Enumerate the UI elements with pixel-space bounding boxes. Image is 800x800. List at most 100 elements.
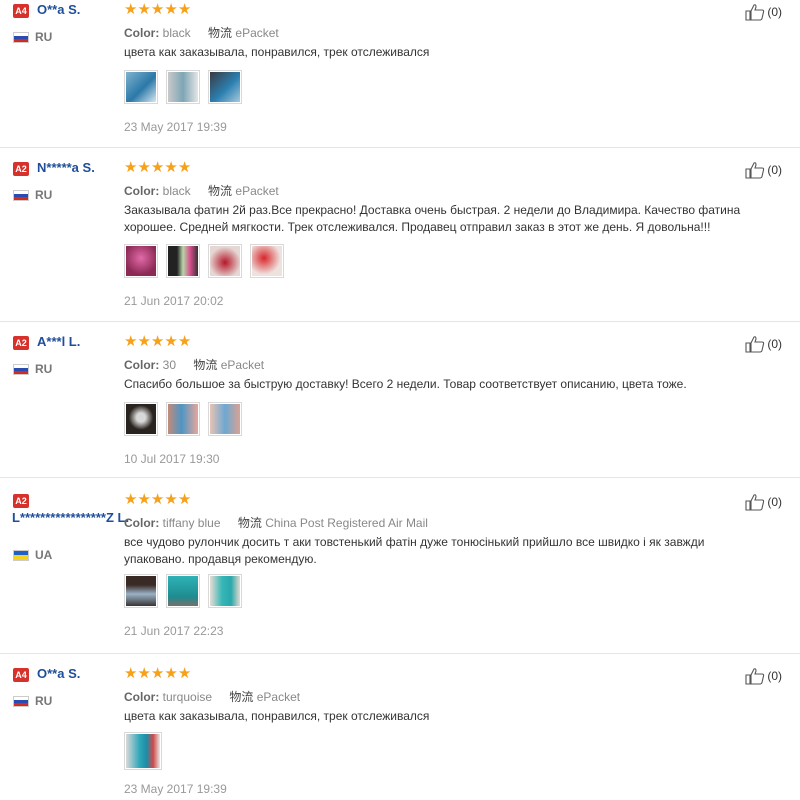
helpful-button[interactable]: (0)	[745, 161, 782, 179]
star-icon: ★	[164, 1, 178, 18]
review-photos	[124, 244, 284, 278]
review-text: все чудово рулончик досить т аки товстен…	[124, 535, 705, 566]
thumbs-up-icon	[745, 162, 765, 179]
review-text: цвета как заказывала, понравился, трек о…	[124, 45, 430, 59]
flag-russia-icon	[13, 31, 29, 43]
shipping-value: ePacket	[256, 690, 301, 704]
review-photo[interactable]	[124, 244, 158, 278]
review-photo[interactable]	[208, 402, 242, 436]
review-photo[interactable]	[208, 70, 242, 104]
shipping-label: 物流	[237, 516, 262, 530]
buyer-level-badge: A2	[13, 336, 29, 350]
star-icon: ★	[124, 333, 138, 350]
star-rating: ★ ★ ★ ★ ★	[124, 334, 191, 349]
review-text: Заказывала фатин 2й раз.Все прекрасно! Д…	[124, 203, 741, 234]
shipping-label: 物流	[229, 690, 254, 704]
color-label: Color:	[124, 358, 160, 372]
buyer-level-badge: A2	[13, 494, 29, 508]
buyer-country: UA	[13, 548, 52, 562]
buyer-name[interactable]: N*****a S.	[37, 160, 95, 175]
buyer-level-badge: A4	[13, 668, 29, 682]
shipping-label: 物流	[208, 26, 233, 40]
review-photo[interactable]	[166, 244, 200, 278]
star-rating: ★ ★ ★ ★ ★	[124, 160, 191, 175]
star-icon: ★	[124, 491, 138, 508]
thumbs-up-icon	[745, 494, 765, 511]
star-icon: ★	[177, 491, 192, 508]
review-photo[interactable]	[166, 70, 200, 104]
shipping-value: ePacket	[220, 358, 265, 372]
review-item: A4 O**a S. RU ★ ★ ★ ★ ★ Color: black 物流 ePac…	[0, 0, 800, 148]
shipping-label: 物流	[193, 358, 218, 372]
star-icon: ★	[150, 333, 165, 350]
flag-ukraine-icon	[13, 549, 29, 561]
buyer-country: RU	[13, 188, 52, 202]
order-info: Color: black 物流 ePacket	[124, 182, 279, 199]
star-icon: ★	[164, 665, 178, 682]
buyer-country: RU	[13, 30, 52, 44]
star-icon: ★	[137, 491, 151, 508]
helpful-button[interactable]: (0)	[745, 3, 782, 21]
shipping-value: China Post Registered Air Mail	[265, 516, 428, 530]
buyer-name[interactable]: O**a S.	[37, 666, 80, 681]
thumbs-up-icon	[745, 4, 765, 21]
star-icon: ★	[150, 1, 165, 18]
helpful-button[interactable]: (0)	[745, 667, 782, 685]
helpful-count: (0)	[767, 495, 782, 509]
review-photo[interactable]	[208, 574, 242, 608]
review-item: A2 N*****a S. RU ★ ★ ★ ★ ★ Color: black 物流 e…	[0, 158, 800, 322]
review-photos	[124, 732, 162, 770]
star-icon: ★	[124, 665, 138, 682]
country-code: RU	[35, 188, 53, 202]
review-date: 10 Jul 2017 19:30	[124, 452, 220, 466]
star-icon: ★	[177, 665, 192, 682]
review-photo[interactable]	[166, 402, 200, 436]
star-icon: ★	[177, 159, 192, 176]
star-icon: ★	[137, 1, 151, 18]
star-rating: ★ ★ ★ ★ ★	[124, 2, 191, 17]
star-rating: ★ ★ ★ ★ ★	[124, 492, 191, 507]
thumbs-up-icon	[745, 336, 765, 353]
helpful-count: (0)	[767, 163, 782, 177]
star-icon: ★	[177, 333, 192, 350]
review-photo[interactable]	[124, 70, 158, 104]
review-photos	[124, 402, 242, 436]
review-item: A4 O**a S. RU ★ ★ ★ ★ ★ Color: turquoise 物流 …	[0, 664, 800, 800]
helpful-button[interactable]: (0)	[745, 493, 782, 511]
country-code: UA	[35, 548, 53, 562]
review-photo[interactable]	[166, 574, 200, 608]
star-icon: ★	[150, 665, 165, 682]
color-label: Color:	[124, 516, 160, 530]
star-rating: ★ ★ ★ ★ ★	[124, 666, 191, 681]
color-value: 30	[162, 358, 177, 372]
helpful-count: (0)	[767, 669, 782, 683]
flag-russia-icon	[13, 363, 29, 375]
review-text: цвета как заказывала, понравился, трек о…	[124, 709, 430, 723]
star-icon: ★	[137, 665, 151, 682]
buyer-name[interactable]: A***l L.	[37, 334, 80, 349]
order-info: Color: tiffany blue 物流 China Post Regist…	[124, 514, 428, 531]
star-icon: ★	[137, 333, 151, 350]
order-info: Color: black 物流 ePacket	[124, 24, 279, 41]
helpful-button[interactable]: (0)	[745, 335, 782, 353]
review-photo[interactable]	[124, 732, 162, 770]
color-label: Color:	[124, 690, 160, 704]
review-photo[interactable]	[124, 574, 158, 608]
review-photo[interactable]	[250, 244, 284, 278]
star-icon: ★	[164, 333, 178, 350]
buyer-name[interactable]: O**a S.	[37, 2, 80, 17]
color-value: black	[162, 26, 191, 40]
review-date: 23 May 2017 19:39	[124, 782, 227, 796]
review-photo[interactable]	[124, 402, 158, 436]
buyer-level-badge: A2	[13, 162, 29, 176]
thumbs-up-icon	[745, 668, 765, 685]
review-text: Спасибо большое за быструю доставку! Все…	[124, 377, 687, 391]
color-label: Color:	[124, 26, 160, 40]
review-photos	[124, 70, 242, 104]
color-value: turquoise	[162, 690, 213, 704]
review-photo[interactable]	[208, 244, 242, 278]
star-icon: ★	[124, 1, 138, 18]
star-icon: ★	[124, 159, 138, 176]
country-code: RU	[35, 694, 53, 708]
flag-russia-icon	[13, 695, 29, 707]
